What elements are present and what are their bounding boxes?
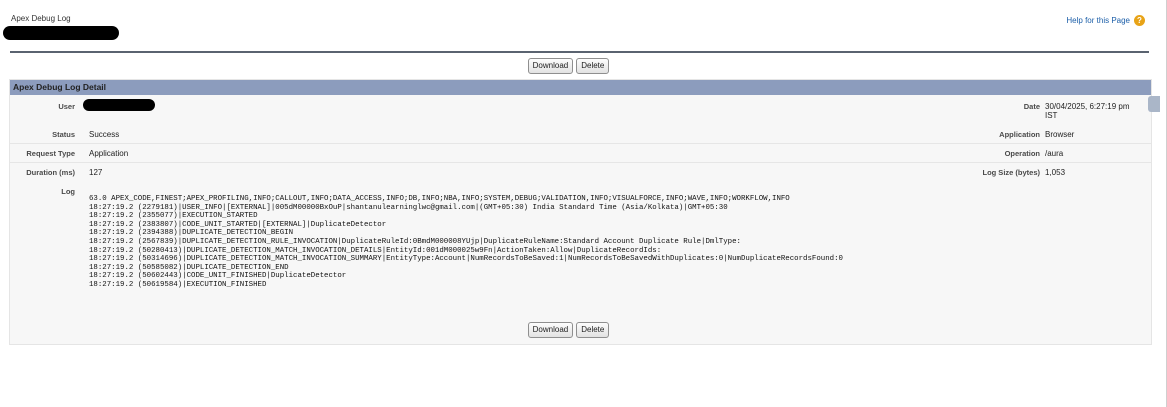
row-user: User Date 30/04/2025, 6:27:19 pm IST <box>10 99 1151 125</box>
log-line: 18:27:19.2 (2383807)|CODE_UNIT_STARTED|[… <box>89 220 387 229</box>
log-line: 18:27:19.2 (2394388)|DUPLICATE_DETECTION… <box>89 229 294 238</box>
row-request-type: Request Type Application Operation /aura <box>10 146 1151 163</box>
application-label: Application <box>999 130 1040 139</box>
log-line: 18:27:19.2 (2279181)|USER_INFO|[EXTERNAL… <box>89 203 728 212</box>
detail-header: Apex Debug Log Detail <box>10 80 1151 95</box>
operation-label: Operation <box>1004 149 1040 158</box>
log-line: 63.0 APEX_CODE,FINEST;APEX_PROFILING,INF… <box>89 195 790 203</box>
download-button[interactable]: Download <box>527 58 574 74</box>
duration-label: Duration (ms) <box>26 168 75 177</box>
delete-button[interactable]: Delete <box>576 58 610 74</box>
delete-button-bottom[interactable]: Delete <box>576 322 610 338</box>
status-label: Status <box>52 130 75 139</box>
download-button-bottom[interactable]: Download <box>527 322 574 338</box>
header-divider <box>10 51 1149 53</box>
application-value: Browser <box>1045 130 1075 139</box>
row-status: Status Success Application Browser <box>10 127 1151 144</box>
redacted-user <box>83 99 155 111</box>
help-section: Help for this Page ? <box>1066 15 1145 26</box>
bottom-button-row: Download Delete <box>0 322 1152 338</box>
date-value: 30/04/2025, 6:27:19 pm IST <box>1045 102 1130 120</box>
log-label: Log <box>61 187 75 196</box>
date-label: Date <box>1023 102 1040 111</box>
request-type-value: Application <box>89 149 129 158</box>
question-circle-icon[interactable]: ? <box>1134 15 1145 26</box>
row-duration: Duration (ms) 127 Log Size (bytes) 1,053 <box>10 165 1151 181</box>
request-type-label: Request Type <box>26 149 75 158</box>
detail-panel: Apex Debug Log Detail User Date 30/04/20… <box>9 79 1160 345</box>
help-link[interactable]: Help for this Page <box>1066 16 1130 25</box>
duration-value: 127 <box>89 168 103 177</box>
log-line: 18:27:19.2 (50280413)|DUPLICATE_DETECTIO… <box>89 246 662 255</box>
operation-value: /aura <box>1045 149 1064 158</box>
log-content: 63.0 APEX_CODE,FINEST;APEX_PROFILING,INF… <box>89 195 1149 290</box>
user-label: User <box>58 102 75 111</box>
log-line: 18:27:19.2 (50602443)|CODE_UNIT_FINISHED… <box>89 272 347 281</box>
log-line: 18:27:19.2 (50585082)|DUPLICATE_DETECTIO… <box>89 263 289 272</box>
status-value: Success <box>89 130 120 139</box>
log-line: 18:27:19.2 (50314696)|DUPLICATE_DETECTIO… <box>89 255 843 264</box>
log-line: 18:27:19.2 (50619584)|EXECUTION_FINISHED <box>89 280 267 289</box>
redacted-record-name <box>3 26 119 40</box>
log-size-value: 1,053 <box>1045 168 1066 177</box>
log-line: 18:27:19.2 (2567839)|DUPLICATE_DETECTION… <box>89 237 741 246</box>
top-button-row: Download Delete <box>0 58 1152 74</box>
page-subtitle: Apex Debug Log <box>11 14 71 23</box>
log-size-label: Log Size (bytes) <box>982 168 1040 177</box>
log-line: 18:27:19.2 (2355077)|EXECUTION_STARTED <box>89 212 258 221</box>
